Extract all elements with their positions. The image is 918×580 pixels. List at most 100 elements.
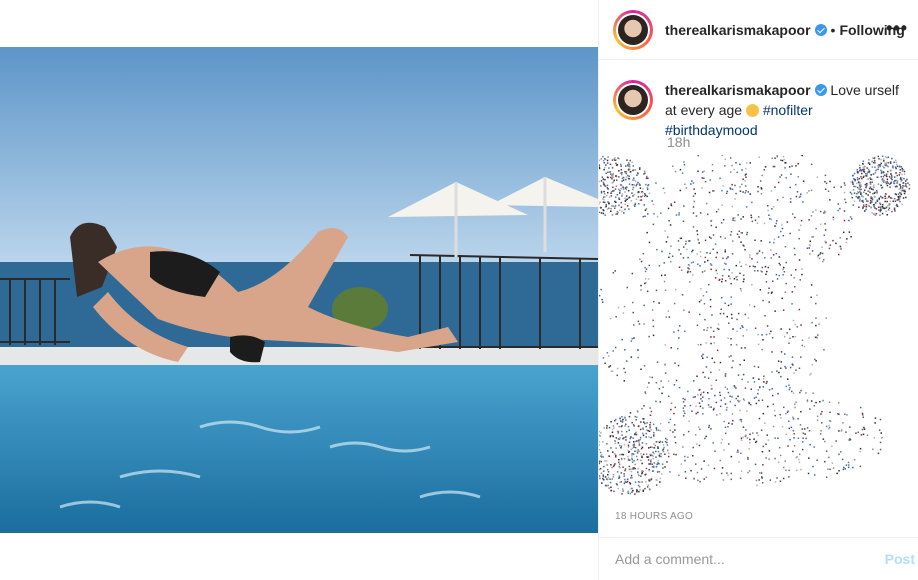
noise-speck bbox=[891, 157, 893, 160]
noise-speck bbox=[631, 461, 634, 463]
noise-speck bbox=[734, 404, 736, 407]
noise-speck bbox=[725, 409, 728, 411]
noise-speck bbox=[813, 446, 815, 448]
noise-speck bbox=[887, 156, 890, 158]
noise-speck bbox=[879, 214, 881, 216]
avatar[interactable] bbox=[613, 9, 653, 50]
noise-speck bbox=[622, 418, 624, 421]
noise-speck bbox=[642, 418, 644, 420]
more-options-icon[interactable]: ••• bbox=[886, 18, 908, 39]
comment-input[interactable] bbox=[599, 550, 885, 568]
noise-speck bbox=[602, 474, 604, 476]
noise-speck bbox=[722, 185, 724, 187]
noise-speck bbox=[736, 278, 738, 281]
noise-speck bbox=[684, 398, 686, 401]
noise-speck bbox=[832, 216, 835, 219]
noise-speck bbox=[656, 471, 659, 473]
noise-speck bbox=[615, 185, 618, 188]
noise-speck bbox=[625, 439, 627, 441]
noise-speck bbox=[780, 174, 783, 176]
noise-speck bbox=[656, 215, 659, 218]
noise-speck bbox=[900, 180, 902, 183]
noise-speck bbox=[715, 269, 717, 272]
post-timestamp: 18 HOURS AGO bbox=[615, 511, 694, 522]
noise-speck bbox=[898, 165, 901, 168]
noise-speck bbox=[639, 428, 642, 431]
noise-speck bbox=[604, 476, 607, 478]
noise-speck bbox=[709, 263, 712, 265]
noise-speck bbox=[807, 472, 810, 475]
noise-speck bbox=[740, 418, 743, 421]
noise-speck bbox=[599, 180, 600, 183]
noise-speck bbox=[876, 199, 878, 202]
noise-speck bbox=[902, 168, 905, 171]
noise-speck bbox=[606, 427, 608, 429]
noise-speck bbox=[599, 166, 601, 169]
noise-speck bbox=[740, 452, 742, 455]
noise-speck bbox=[627, 455, 629, 458]
noise-speck bbox=[636, 489, 638, 491]
noise-speck bbox=[632, 311, 634, 314]
noise-speck bbox=[666, 236, 669, 238]
noise-speck bbox=[677, 364, 680, 367]
caption-username[interactable]: therealkarismakapoor bbox=[665, 82, 811, 98]
noise-speck bbox=[899, 169, 902, 171]
noise-speck bbox=[634, 481, 637, 483]
noise-speck bbox=[784, 291, 787, 293]
noise-speck bbox=[791, 390, 793, 393]
post-header: therealkarismakapoor • Following ••• bbox=[599, 0, 918, 60]
noise-speck bbox=[670, 204, 673, 207]
noise-speck bbox=[780, 159, 782, 161]
caption-avatar[interactable] bbox=[613, 80, 653, 120]
noise-speck bbox=[638, 441, 640, 443]
noise-speck bbox=[624, 349, 626, 351]
noise-speck bbox=[614, 196, 617, 198]
noise-speck bbox=[645, 436, 647, 438]
noise-speck bbox=[631, 337, 633, 340]
noise-speck bbox=[692, 455, 694, 457]
noise-speck bbox=[679, 189, 682, 192]
noise-speck bbox=[724, 426, 727, 428]
noise-speck bbox=[849, 216, 852, 218]
post-photo[interactable] bbox=[0, 47, 598, 533]
noise-speck bbox=[761, 451, 764, 453]
noise-speck bbox=[636, 440, 638, 442]
noise-speck bbox=[632, 195, 634, 197]
noise-speck bbox=[637, 411, 639, 413]
noise-speck bbox=[873, 205, 875, 208]
noise-speck bbox=[721, 189, 723, 192]
noise-speck bbox=[640, 475, 642, 477]
noise-speck bbox=[621, 453, 623, 456]
noise-speck bbox=[776, 199, 779, 201]
noise-speck bbox=[863, 168, 865, 171]
noise-speck bbox=[857, 171, 859, 173]
noise-speck bbox=[862, 414, 864, 416]
noise-speck bbox=[627, 450, 629, 452]
header-username[interactable]: therealkarismakapoor bbox=[665, 22, 811, 38]
noise-speck bbox=[694, 192, 696, 195]
noise-speck bbox=[642, 434, 645, 437]
noise-speck bbox=[616, 423, 619, 425]
noise-speck bbox=[609, 365, 612, 367]
noise-speck bbox=[697, 426, 700, 428]
noise-speck bbox=[632, 437, 634, 439]
noise-speck bbox=[816, 415, 819, 417]
noise-speck bbox=[808, 337, 810, 339]
noise-speck bbox=[721, 467, 724, 469]
noise-speck bbox=[727, 304, 730, 307]
noise-speck bbox=[632, 186, 635, 189]
noise-speck bbox=[771, 388, 773, 390]
noise-speck bbox=[730, 344, 732, 346]
noise-speck bbox=[617, 157, 619, 159]
noise-speck bbox=[754, 327, 757, 329]
noise-speck bbox=[884, 197, 886, 200]
noise-speck bbox=[610, 195, 613, 197]
noise-speck bbox=[783, 466, 785, 469]
noise-speck bbox=[749, 433, 751, 435]
noise-speck bbox=[767, 405, 769, 408]
post-comment-button[interactable]: Post bbox=[885, 551, 918, 567]
noise-speck bbox=[898, 199, 900, 202]
hashtag-nofilter[interactable]: #nofilter bbox=[763, 102, 813, 118]
noise-speck bbox=[692, 274, 694, 276]
noise-speck bbox=[602, 475, 605, 478]
